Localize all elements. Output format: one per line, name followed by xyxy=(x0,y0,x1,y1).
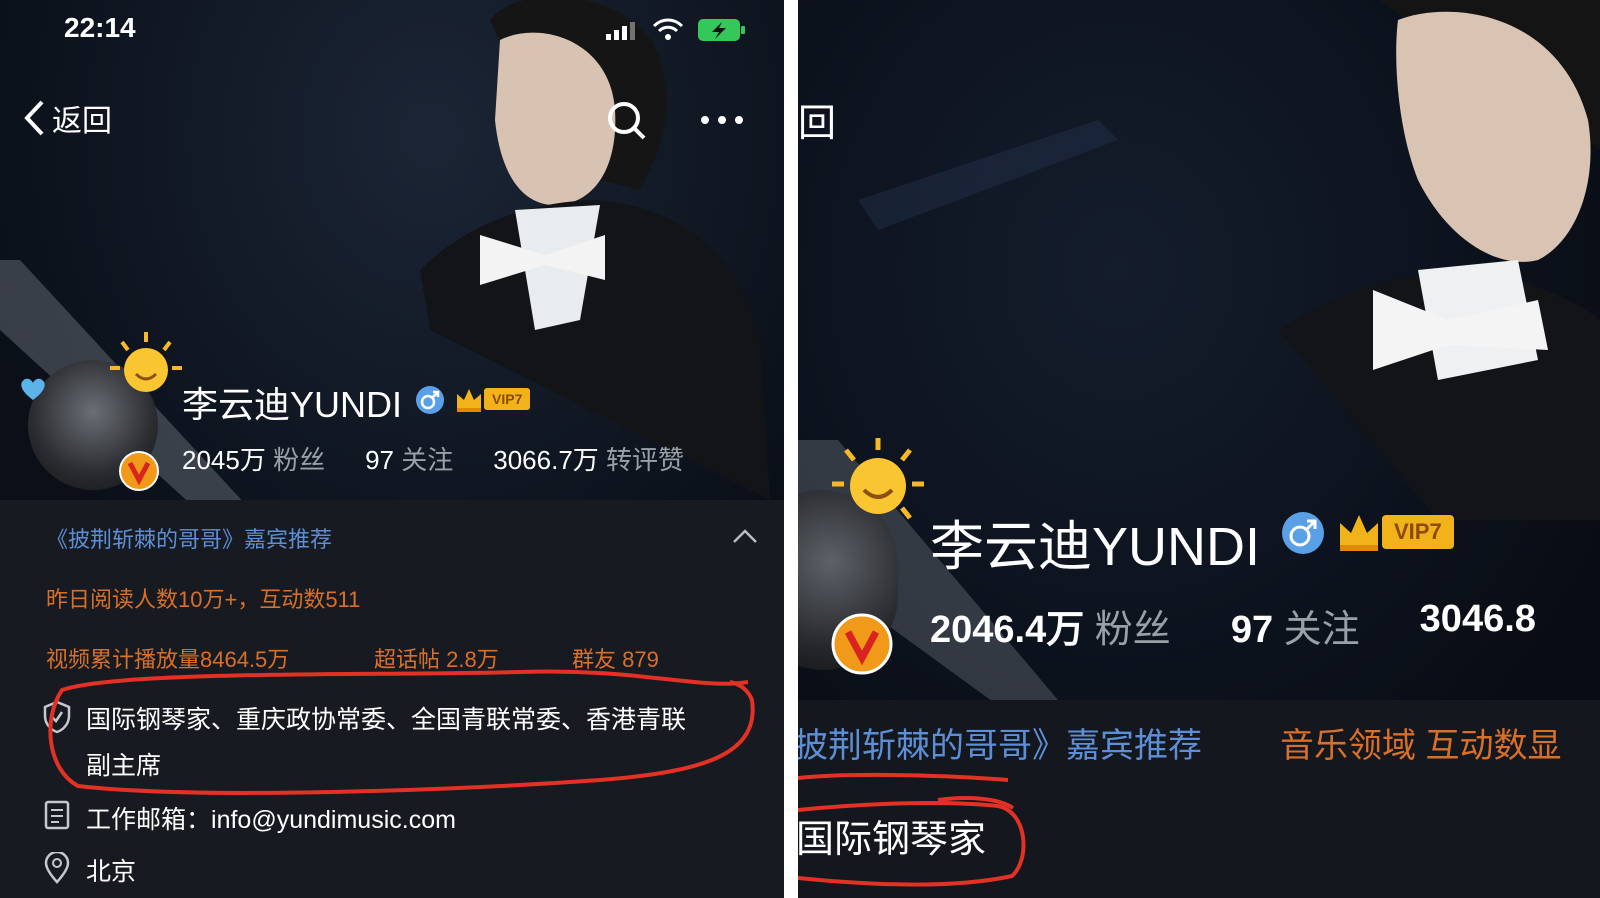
left-screenshot: 22:14 返回 李云迪YUNDI VIP7 2045万 粉丝 97 关注 30… xyxy=(0,0,784,898)
document-icon xyxy=(44,800,70,830)
wifi-icon xyxy=(652,18,684,40)
recommend-link[interactable]: 《披荆斩棘的哥哥》嘉宾推荐 xyxy=(46,522,332,554)
back-label: 返回 xyxy=(52,105,112,138)
verified-v-icon xyxy=(831,613,893,675)
chevron-up-icon[interactable] xyxy=(732,528,758,544)
recommend-link[interactable]: 披荆斩棘的哥哥》嘉宾推荐 xyxy=(798,718,1202,767)
stat-following[interactable]: 97 关注 xyxy=(1231,598,1360,653)
back-label-fragment[interactable]: 回 xyxy=(798,92,836,147)
bio-line-2: 副主席 xyxy=(86,752,162,780)
stat-fans[interactable]: 2046.4万 粉丝 xyxy=(930,598,1171,653)
email-row: 工作邮箱：info@yundimusic.com xyxy=(86,800,456,836)
crown-icon xyxy=(1340,515,1378,551)
sun-badge-icon xyxy=(832,438,924,520)
back-button[interactable]: 返回 xyxy=(22,98,112,138)
heart-icon xyxy=(21,378,45,400)
stat-fans[interactable]: 2045万 粉丝 xyxy=(182,440,325,477)
location-text: 北京 xyxy=(86,858,137,886)
video-plays: 视频累计播放量8464.5万 xyxy=(46,647,290,672)
vip-badge[interactable]: VIP7 xyxy=(454,384,531,414)
male-gender-icon xyxy=(416,386,444,414)
reads-summary: 昨日阅读人数10万+，互动数511 xyxy=(46,587,361,612)
vip-label: VIP7 xyxy=(484,388,531,410)
male-gender-icon xyxy=(1282,512,1324,554)
shield-icon xyxy=(43,700,71,734)
stat-reposts-likes[interactable]: 3046.8 xyxy=(1420,598,1536,653)
chevron-left-icon xyxy=(24,100,44,136)
vip-badge[interactable]: VIP7 xyxy=(1336,508,1454,556)
bio-text: 国际钢琴家 xyxy=(798,819,987,861)
vip-label: VIP7 xyxy=(1382,515,1454,549)
signal-icon xyxy=(606,22,635,40)
bio-line-1: 国际钢琴家、重庆政协常委、全国青联常委、香港青联 xyxy=(86,706,687,734)
right-screenshot: 回 李云迪YUNDI VIP7 2046.4万 粉丝 97 关注 3046.8 … xyxy=(798,0,1600,898)
group-friends-link[interactable]: 群友 879 xyxy=(572,642,659,674)
super-topic-link[interactable]: 超话帖 2.8万 xyxy=(374,642,499,674)
status-time: 22:14 xyxy=(64,12,136,43)
battery-icon xyxy=(698,19,745,41)
search-icon[interactable] xyxy=(606,100,648,142)
profile-name: 李云迪YUNDI xyxy=(182,384,403,425)
profile-name: 李云迪YUNDI xyxy=(930,517,1261,577)
music-field: 音乐领域 互动数显 xyxy=(1280,727,1562,765)
more-icon[interactable] xyxy=(698,110,746,130)
verified-v-icon xyxy=(119,451,159,491)
crown-icon xyxy=(457,389,481,412)
email-label: 工作邮箱： xyxy=(86,806,212,834)
sun-badge-icon xyxy=(110,332,182,392)
stat-following[interactable]: 97 关注 xyxy=(365,440,453,477)
stat-reposts-likes[interactable]: 3066.7万 转评赞 xyxy=(493,440,684,477)
stats-row: 2045万 粉丝 97 关注 3066.7万 转评赞 xyxy=(182,440,684,477)
location-pin-icon xyxy=(44,852,70,884)
email-link[interactable]: info@yundimusic.com xyxy=(211,806,456,834)
stats-row: 2046.4万 粉丝 97 关注 3046.8 xyxy=(930,598,1536,653)
